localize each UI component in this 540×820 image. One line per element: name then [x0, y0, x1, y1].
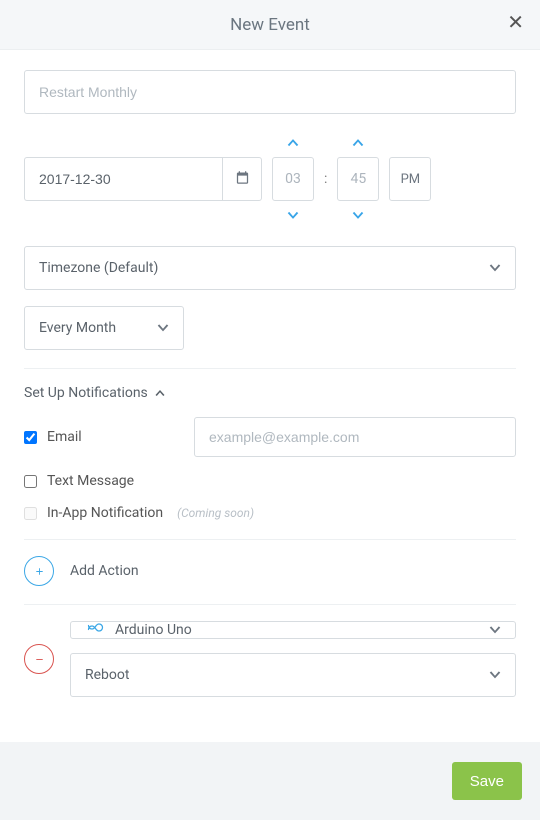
email-notification-row: Email: [24, 417, 516, 457]
email-checkbox[interactable]: [24, 431, 37, 444]
modal-header: New Event ✕: [0, 0, 540, 50]
close-button[interactable]: ✕: [507, 12, 524, 32]
hour-display[interactable]: 03: [272, 157, 314, 201]
notifications-header-label: Set Up Notifications: [24, 385, 148, 401]
notifications-toggle[interactable]: Set Up Notifications: [24, 385, 516, 401]
text-label: Text Message: [47, 473, 134, 489]
date-picker-button[interactable]: [222, 157, 262, 201]
timezone-select[interactable]: Timezone (Default): [24, 246, 516, 290]
modal-footer: Save: [0, 742, 540, 820]
chevron-down-icon: [286, 206, 300, 225]
chevron-up-icon: [286, 132, 300, 151]
modal-title: New Event: [230, 15, 310, 35]
action-select[interactable]: Reboot: [70, 653, 516, 697]
add-action-button[interactable]: [24, 556, 54, 586]
time-colon: :: [324, 171, 327, 187]
text-notification-row: Text Message: [24, 473, 516, 489]
recurrence-label: Every Month: [39, 320, 116, 336]
email-input[interactable]: [194, 417, 516, 457]
recurrence-row: Every Month: [24, 306, 516, 350]
timezone-row: Timezone (Default): [24, 246, 516, 290]
text-checkbox[interactable]: [24, 475, 37, 488]
inapp-label: In-App Notification: [47, 505, 163, 521]
inapp-checkbox: [24, 507, 37, 520]
plus-icon: [34, 562, 45, 581]
save-button[interactable]: Save: [452, 762, 522, 800]
date-group: [24, 157, 262, 201]
hour-spinner: 03: [272, 134, 314, 224]
remove-action-button[interactable]: [24, 644, 54, 674]
inapp-notification-row: In-App Notification (Coming soon): [24, 505, 516, 521]
divider: [24, 368, 516, 369]
device-select[interactable]: Arduino Uno: [70, 621, 516, 639]
email-checkbox-label[interactable]: Email: [24, 429, 82, 445]
action-item: Arduino Uno Reboot: [24, 621, 516, 697]
timezone-label: Timezone (Default): [39, 260, 158, 276]
divider: [24, 539, 516, 540]
ampm-col: PM: [389, 134, 431, 224]
calendar-icon: [235, 170, 250, 189]
chevron-up-icon: [154, 385, 166, 401]
ampm-toggle[interactable]: PM: [389, 157, 431, 201]
add-action-label: Add Action: [70, 563, 139, 579]
add-action-row: Add Action: [24, 556, 516, 586]
minute-up-button[interactable]: [351, 134, 365, 150]
device-label: Arduino Uno: [115, 622, 192, 638]
chevron-up-icon: [351, 132, 365, 151]
close-icon: ✕: [507, 10, 524, 34]
minute-display[interactable]: 45: [337, 157, 379, 201]
action-selects: Arduino Uno Reboot: [70, 621, 516, 697]
inapp-checkbox-label: In-App Notification (Coming soon): [24, 505, 254, 521]
hour-down-button[interactable]: [286, 208, 300, 224]
minute-spinner: 45: [337, 134, 379, 224]
recurrence-select[interactable]: Every Month: [24, 306, 184, 350]
minute-down-button[interactable]: [351, 208, 365, 224]
email-label: Email: [47, 429, 82, 445]
coming-soon-label: (Coming soon): [177, 506, 254, 520]
minus-icon: [34, 650, 45, 669]
date-input[interactable]: [24, 157, 222, 201]
infinity-icon: [85, 622, 105, 638]
text-checkbox-label[interactable]: Text Message: [24, 473, 134, 489]
modal-body: 03 : 45: [0, 50, 540, 742]
new-event-modal: New Event ✕ 03: [0, 0, 540, 820]
chevron-down-icon: [351, 206, 365, 225]
action-label: Reboot: [85, 667, 129, 683]
hour-up-button[interactable]: [286, 134, 300, 150]
event-name-input[interactable]: [24, 70, 516, 114]
divider: [24, 604, 516, 605]
datetime-row: 03 : 45: [24, 134, 516, 224]
